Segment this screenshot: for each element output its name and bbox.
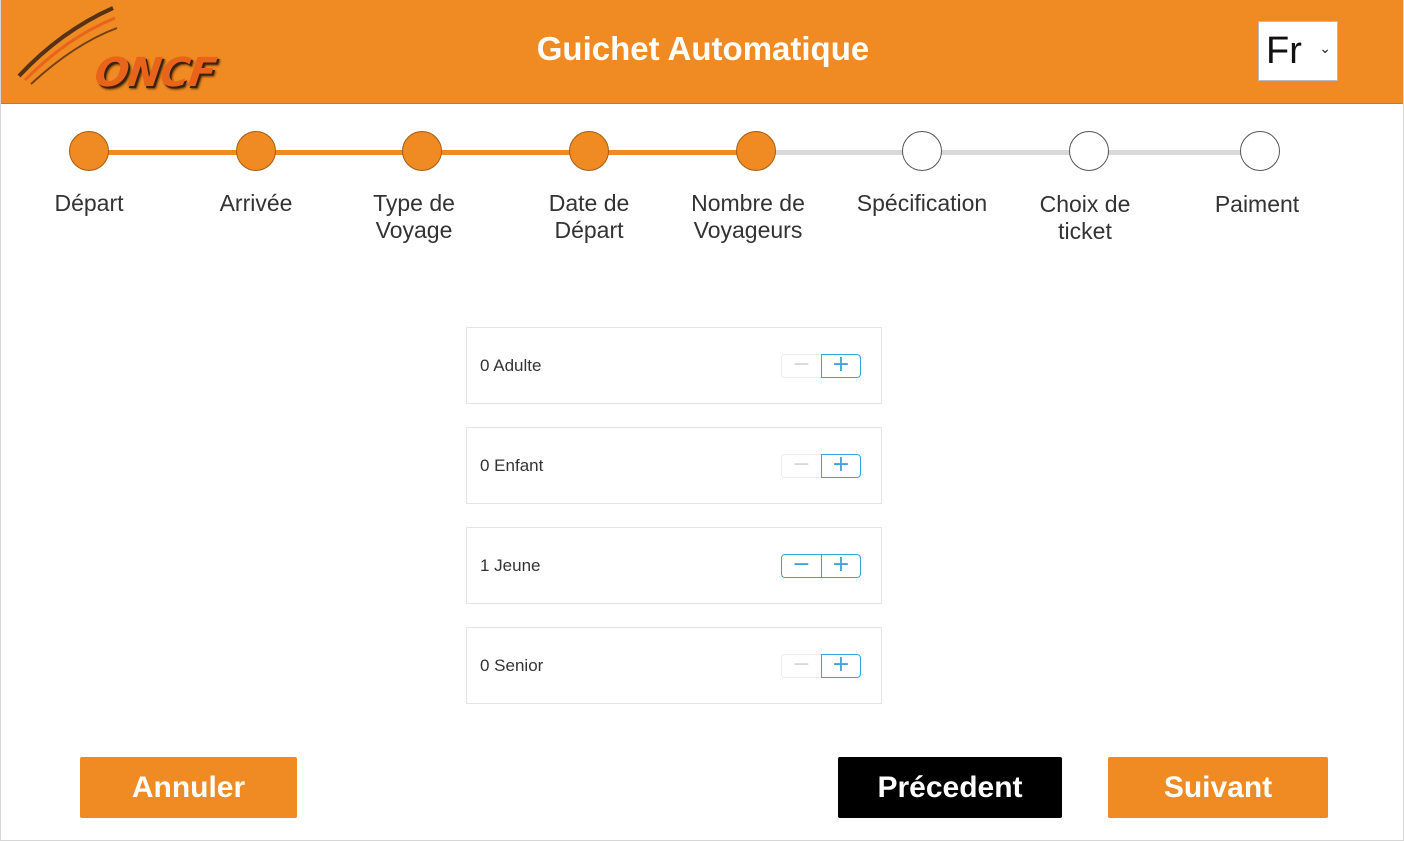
step-label: Arrivée [219,190,293,216]
traveler-count-label: 0 Enfant [480,456,544,475]
language-select[interactable]: Fr ⌄ [1258,21,1338,81]
traveler-counter-row: 0 Adulte − + [466,327,882,404]
decrement-button[interactable]: − [781,354,821,378]
step-label: Date de Départ [548,190,630,243]
traveler-count-label: 0 Adulte [480,356,542,375]
step-connector [589,150,756,155]
step-connector [256,150,422,155]
step-indicator [736,131,776,171]
traveler-count-label: 0 Senior [480,656,544,675]
step-label: Départ [54,190,124,216]
quantity-stepper: − + [781,554,861,578]
traveler-counter-row: 0 Enfant − + [466,427,882,504]
step-indicator [402,131,442,171]
chevron-down-icon: ⌄ [1319,40,1331,56]
step-indicator [902,131,942,171]
step-indicator [1069,131,1109,171]
traveler-counter-row: 0 Senior − + [466,627,882,704]
previous-button[interactable]: Précedent [838,757,1062,818]
app-header: ONCF Guichet Automatique Fr ⌄ [1,0,1403,104]
increment-button[interactable]: + [821,454,861,478]
step-label: Nombre de Voyageurs [691,190,805,243]
increment-button[interactable]: + [821,654,861,678]
step-connector [1089,150,1260,155]
cancel-button[interactable]: Annuler [80,757,297,818]
app-frame [0,0,1404,841]
decrement-button[interactable]: − [781,554,821,578]
step-connector [922,150,1089,155]
step-label: Type de Voyage [373,190,455,243]
quantity-stepper: − + [781,454,861,478]
step-connector [89,150,256,155]
traveler-counter-row: 1 Jeune − + [466,527,882,604]
quantity-stepper: − + [781,354,861,378]
step-indicator [569,131,609,171]
step-indicator [69,131,109,171]
step-label: Paiment [1214,191,1300,217]
step-label: Choix de ticket [1039,191,1131,244]
step-label: Spécification [856,190,988,216]
language-value: Fr [1266,30,1302,72]
step-connector [756,150,922,155]
page-title: Guichet Automatique [536,30,870,67]
next-button[interactable]: Suivant [1108,757,1328,818]
decrement-button[interactable]: − [781,654,821,678]
step-indicator [236,131,276,171]
increment-button[interactable]: + [821,554,861,578]
traveler-count-label: 1 Jeune [480,556,541,575]
step-connector [422,150,589,155]
step-indicator [1240,131,1280,171]
increment-button[interactable]: + [821,354,861,378]
decrement-button[interactable]: − [781,454,821,478]
quantity-stepper: − + [781,654,861,678]
